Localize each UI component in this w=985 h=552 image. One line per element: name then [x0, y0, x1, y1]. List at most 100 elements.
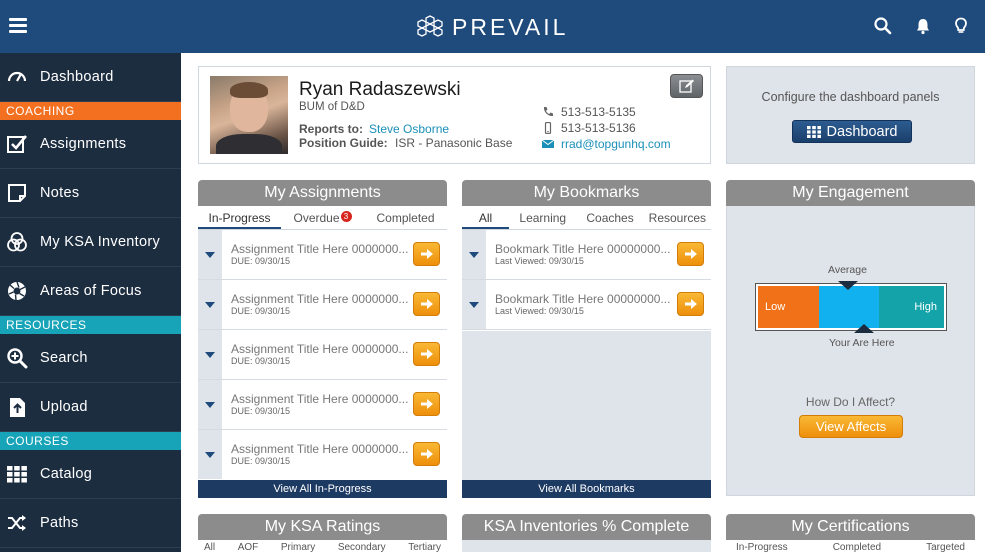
- go-arrow-button[interactable]: [677, 292, 704, 316]
- arrow-right-icon: [420, 349, 433, 359]
- section-header-coaching: COACHING: [0, 102, 181, 120]
- tab-in-progress[interactable]: In-Progress: [736, 542, 788, 552]
- bookmark-last-viewed: Last Viewed: 09/30/15: [495, 256, 584, 266]
- arrow-right-icon: [420, 399, 433, 409]
- app-logo[interactable]: PREVAIL: [412, 12, 568, 42]
- tab-in-progress[interactable]: In-Progress: [198, 211, 281, 229]
- assignment-due: DUE: 09/30/15: [231, 356, 291, 366]
- sidebar-item-label: Catalog: [40, 466, 93, 482]
- engagement-panel: My Engagement Average Low High Your Are …: [726, 180, 975, 498]
- grid-icon: [7, 466, 27, 483]
- panel-title: My Engagement: [726, 180, 975, 206]
- go-arrow-button[interactable]: [413, 442, 440, 466]
- note-icon: [8, 184, 26, 202]
- sidebar-item-dashboard[interactable]: Dashboard: [0, 53, 181, 102]
- lightbulb-icon[interactable]: [951, 16, 971, 36]
- sidebar-item-search[interactable]: Search: [0, 334, 181, 383]
- ksa-ratings-panel: My KSA Ratings All AOF Primary Secondary…: [198, 514, 447, 552]
- main-content: Ryan Radaszewski BUM of D&D Reports to: S…: [181, 53, 985, 552]
- sidebar-item-notes[interactable]: Notes: [0, 169, 181, 218]
- sidebar-item-upload[interactable]: Upload: [0, 383, 181, 432]
- profile-title: BUM of D&D: [299, 101, 365, 113]
- you-are-here-marker-icon: [854, 324, 874, 333]
- tab-tertiary[interactable]: Tertiary: [408, 542, 441, 552]
- sidebar-item-areas-of-focus[interactable]: Areas of Focus: [0, 267, 181, 316]
- go-arrow-button[interactable]: [413, 392, 440, 416]
- bookmark-title[interactable]: Bookmark Title Here 00000000...: [495, 292, 670, 306]
- list-item: Assignment Title Here 0000000... DUE: 09…: [198, 430, 447, 480]
- profile-card: Ryan Radaszewski BUM of D&D Reports to: S…: [198, 66, 711, 164]
- email-link[interactable]: rrad@topgunhq.com: [561, 137, 671, 151]
- expand-caret-icon[interactable]: [198, 380, 222, 429]
- speedometer-icon: [7, 71, 27, 82]
- assignment-title[interactable]: Assignment Title Here 0000000...: [231, 292, 408, 306]
- tab-resources[interactable]: Resources: [644, 211, 711, 229]
- tab-completed[interactable]: Completed: [364, 211, 447, 229]
- assignment-title[interactable]: Assignment Title Here 0000000...: [231, 342, 408, 356]
- go-arrow-button[interactable]: [413, 292, 440, 316]
- sidebar-item-label: Dashboard: [40, 69, 114, 85]
- sidebar-item-label: Assignments: [40, 136, 127, 152]
- mobile-number: 513-513-5136: [561, 121, 636, 135]
- search-plus-icon: [7, 348, 28, 369]
- sidebar-item-ksa-inventory[interactable]: My KSA Inventory: [0, 218, 181, 267]
- go-arrow-button[interactable]: [677, 242, 704, 266]
- avatar: [210, 76, 288, 154]
- meter-high-segment: High: [878, 286, 944, 328]
- list-item: Assignment Title Here 0000000... DUE: 09…: [198, 380, 447, 430]
- expand-caret-icon[interactable]: [198, 280, 222, 329]
- tab-learning[interactable]: Learning: [509, 211, 576, 229]
- assignment-due: DUE: 09/30/15: [231, 256, 291, 266]
- average-marker-icon: [838, 281, 858, 290]
- tab-completed[interactable]: Completed: [833, 542, 881, 552]
- view-all-in-progress-link[interactable]: View All In-Progress: [198, 480, 447, 498]
- reports-to-label: Reports to:: [299, 122, 363, 136]
- assignment-title[interactable]: Assignment Title Here 0000000...: [231, 442, 408, 456]
- assignment-due: DUE: 09/30/15: [231, 406, 291, 416]
- bookmarks-panel: My Bookmarks All Learning Coaches Resour…: [462, 180, 711, 498]
- sidebar-nav: Dashboard COACHING Assignments Notes My …: [0, 53, 181, 552]
- top-bar: PREVAIL: [0, 0, 985, 53]
- tab-all[interactable]: All: [204, 542, 215, 552]
- edit-profile-button[interactable]: [670, 74, 703, 98]
- expand-caret-icon[interactable]: [462, 230, 486, 279]
- tab-primary[interactable]: Primary: [281, 542, 315, 552]
- expand-caret-icon[interactable]: [198, 330, 222, 379]
- assignment-title[interactable]: Assignment Title Here 0000000...: [231, 242, 408, 256]
- go-arrow-button[interactable]: [413, 242, 440, 266]
- view-all-bookmarks-link[interactable]: View All Bookmarks: [462, 480, 711, 498]
- tab-secondary[interactable]: Secondary: [338, 542, 386, 552]
- tab-aof[interactable]: AOF: [238, 542, 259, 552]
- sidebar-item-catalog[interactable]: Catalog: [0, 450, 181, 499]
- sidebar-item-assignments[interactable]: Assignments: [0, 120, 181, 169]
- dashboard-button[interactable]: Dashboard: [792, 120, 912, 143]
- expand-caret-icon[interactable]: [462, 280, 486, 329]
- tab-all[interactable]: All: [462, 211, 510, 229]
- profile-name: Ryan Radaszewski: [299, 79, 461, 100]
- panel-title: My Assignments: [198, 180, 447, 206]
- you-are-here-label: Your Are Here: [829, 337, 895, 349]
- tab-overdue[interactable]: Overdue 3: [281, 211, 364, 229]
- tab-targeted[interactable]: Targeted: [926, 542, 965, 552]
- email-row[interactable]: rrad@topgunhq.com: [541, 137, 671, 151]
- go-arrow-button[interactable]: [413, 342, 440, 366]
- tab-label: Overdue: [293, 211, 340, 225]
- list-item: Bookmark Title Here 00000000... Last Vie…: [462, 280, 711, 330]
- search-icon[interactable]: [873, 16, 893, 36]
- bell-icon[interactable]: [913, 16, 933, 36]
- expand-caret-icon[interactable]: [198, 230, 222, 279]
- sidebar-item-paths[interactable]: Paths: [0, 499, 181, 548]
- assignment-title[interactable]: Assignment Title Here 0000000...: [231, 392, 408, 406]
- view-affects-button[interactable]: View Affects: [799, 415, 903, 438]
- expand-caret-icon[interactable]: [198, 430, 222, 479]
- affect-question: How Do I Affect?: [805, 395, 896, 409]
- logo-text: PREVAIL: [452, 13, 569, 40]
- tab-coaches[interactable]: Coaches: [576, 211, 643, 229]
- hamburger-menu-icon[interactable]: [9, 18, 27, 34]
- list-item: Assignment Title Here 0000000... DUE: 09…: [198, 330, 447, 380]
- reports-to-link[interactable]: Steve Osborne: [369, 122, 449, 136]
- assignment-due: DUE: 09/30/15: [231, 456, 291, 466]
- bookmark-title[interactable]: Bookmark Title Here 00000000...: [495, 242, 670, 256]
- tab-label: In-Progress: [208, 211, 271, 225]
- ksa-ratings-tabs: All AOF Primary Secondary Tertiary: [198, 540, 447, 552]
